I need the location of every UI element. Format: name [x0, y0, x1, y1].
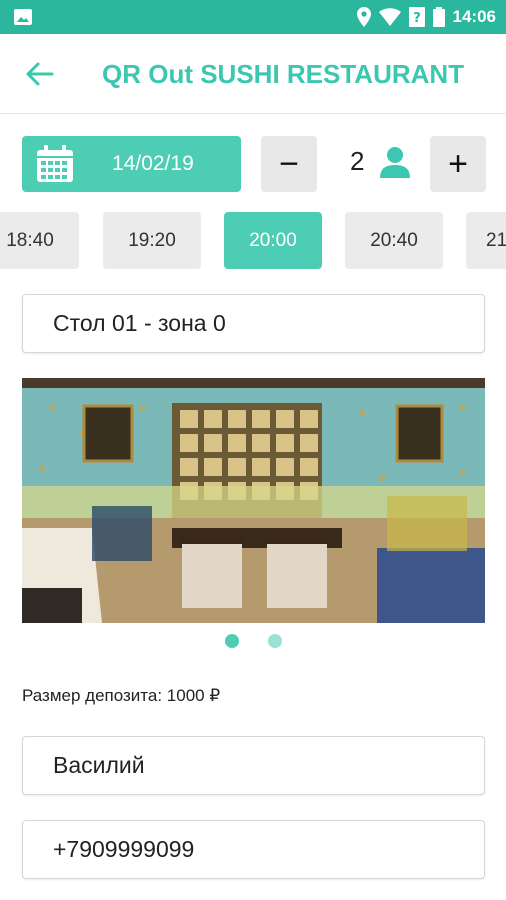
restaurant-interior-image: [22, 378, 485, 623]
date-picker-button[interactable]: 14/02/19: [22, 136, 241, 192]
time-slot[interactable]: 18:40: [0, 212, 79, 269]
time-slot-selected[interactable]: 20:00: [224, 212, 322, 269]
time-slot[interactable]: 21: [466, 212, 506, 269]
arrow-left-icon[interactable]: [24, 60, 54, 88]
signal-unknown-icon: ?: [408, 7, 425, 27]
time-slot[interactable]: 20:40: [345, 212, 443, 269]
calendar-icon: [37, 145, 73, 182]
restaurant-photo[interactable]: [22, 378, 485, 623]
name-field[interactable]: Василий: [22, 736, 485, 795]
increase-guests-button[interactable]: +: [430, 136, 486, 192]
gallery-pagination: [0, 634, 506, 650]
svg-text:?: ?: [413, 11, 421, 26]
selected-date: 14/02/19: [112, 152, 194, 175]
battery-icon: [432, 7, 445, 27]
wifi-icon: [378, 8, 401, 26]
person-icon: [380, 147, 410, 178]
table-select[interactable]: Стол 01 - зона 0: [22, 294, 485, 353]
gallery-dot-active[interactable]: [225, 634, 239, 648]
guest-count: 2: [350, 146, 365, 176]
time-slot-row: 18:40 19:20 20:00 20:40 21: [0, 212, 506, 270]
status-time: 14:06: [452, 7, 496, 26]
status-bar: ? 14:06: [0, 0, 506, 34]
decrease-guests-button[interactable]: −: [261, 136, 317, 192]
deposit-info: Размер депозита: 1000 ₽: [22, 686, 221, 705]
app-bar: QR Out SUSHI RESTAURANT: [0, 34, 506, 114]
location-icon: [356, 7, 371, 27]
time-slot[interactable]: 19:20: [103, 212, 201, 269]
image-icon: [14, 9, 32, 25]
page-title: QR Out SUSHI RESTAURANT: [102, 59, 465, 89]
phone-field[interactable]: +7909999099: [22, 820, 485, 879]
gallery-dot[interactable]: [268, 634, 282, 648]
